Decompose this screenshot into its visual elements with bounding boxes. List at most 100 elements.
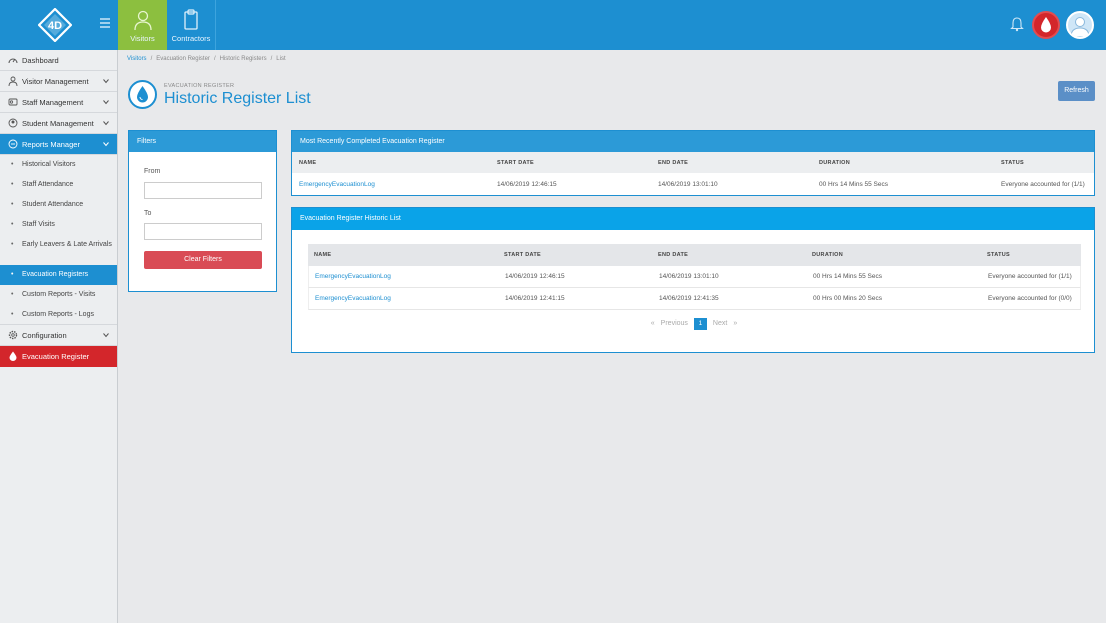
sidebar-subitem-evacuation-registers[interactable]: Evacuation Registers xyxy=(0,265,117,285)
sidebar-item-dashboard[interactable]: Dashboard xyxy=(0,50,117,71)
reports-icon xyxy=(8,139,18,149)
sidebar-item-student-management[interactable]: Student Management xyxy=(0,113,117,134)
bell-icon[interactable] xyxy=(1009,16,1025,32)
tab-visitors-label: Visitors xyxy=(130,34,155,43)
register-name-link[interactable]: EmergencyEvacuationLog xyxy=(315,288,391,309)
page-title: Historic Register List xyxy=(164,90,311,107)
table-row: EmergencyEvacuationLog 14/06/2019 12:46:… xyxy=(292,173,1094,195)
user-avatar[interactable] xyxy=(1066,11,1094,39)
refresh-button[interactable]: Refresh xyxy=(1058,81,1095,101)
sidebar-subitem-custom-reports-visits[interactable]: Custom Reports - Visits xyxy=(0,285,117,305)
end-date-cell: 14/06/2019 12:41:35 xyxy=(659,295,719,302)
sidebar-item-label: Reports Manager xyxy=(22,140,80,149)
sidebar-subitem-student-attendance[interactable]: Student Attendance xyxy=(0,195,117,215)
chevron-down-icon xyxy=(103,121,109,126)
start-date-cell: 14/06/2019 12:46:15 xyxy=(505,273,565,280)
pagination-prev-arrow[interactable]: « xyxy=(651,320,655,327)
tab-contractors-label: Contractors xyxy=(171,34,211,43)
recent-register-panel: Most Recently Completed Evacuation Regis… xyxy=(291,130,1095,196)
4d-logo[interactable]: 4D xyxy=(38,8,72,42)
pagination-next-arrow[interactable]: » xyxy=(733,320,737,327)
column-header-name: NAME xyxy=(314,252,332,258)
table-row: EmergencyEvacuationLog 14/06/2019 12:46:… xyxy=(308,266,1081,288)
sidebar-item-configuration[interactable]: Configuration xyxy=(0,325,117,346)
status-cell: Everyone accounted for (1/1) xyxy=(988,273,1072,280)
sidebar-item-reports-manager[interactable]: Reports Manager xyxy=(0,134,117,155)
breadcrumb: Visitors / Evacuation Register / Historic Re… xyxy=(127,56,286,62)
history-panel-title: Evacuation Register Historic List xyxy=(292,208,1094,230)
page-icon xyxy=(128,80,157,109)
top-bar: 4D Visitors Contractors xyxy=(0,0,1106,50)
table-header: NAME START DATE END DATE DURATION STATUS xyxy=(292,152,1094,173)
column-header-end-date: END DATE xyxy=(658,252,689,258)
to-label: To xyxy=(144,210,152,217)
sidebar-subitem-early-leavers[interactable]: Early Leavers & Late Arrivals xyxy=(0,235,117,265)
register-name-link[interactable]: EmergencyEvacuationLog xyxy=(299,173,375,195)
column-header-status: STATUS xyxy=(1001,159,1024,166)
tab-contractors[interactable]: Contractors xyxy=(167,0,216,50)
column-header-duration: DURATION xyxy=(812,252,844,258)
sidebar-item-label: Dashboard xyxy=(22,56,59,65)
person-icon xyxy=(8,76,18,86)
pagination: « Previous 1 Next » xyxy=(292,318,1096,330)
person-icon xyxy=(133,10,152,31)
clipboard-icon xyxy=(184,9,198,30)
column-header-start-date: START DATE xyxy=(504,252,542,258)
user-icon xyxy=(1070,17,1090,37)
table-row: EmergencyEvacuationLog 14/06/2019 12:41:… xyxy=(308,288,1081,310)
chevron-down-icon xyxy=(103,333,109,338)
column-header-name: NAME xyxy=(299,159,317,166)
menu-toggle-icon[interactable] xyxy=(100,18,110,30)
chevron-down-icon xyxy=(103,142,109,147)
water-drop-icon xyxy=(9,351,17,361)
water-drop-icon xyxy=(137,86,148,103)
water-drop-icon xyxy=(1041,17,1051,33)
sidebar-item-label: Configuration xyxy=(22,331,67,340)
sidebar-item-staff-management[interactable]: Staff Management xyxy=(0,92,117,113)
filters-title: Filters xyxy=(129,131,276,152)
from-date-input[interactable] xyxy=(144,182,262,199)
sidebar-item-label: Evacuation Register xyxy=(22,352,90,361)
chevron-down-icon xyxy=(103,79,109,84)
sidebar-item-label: Staff Management xyxy=(22,98,84,107)
breadcrumb-list: List xyxy=(276,56,286,62)
historic-list-panel: Evacuation Register Historic List NAME S… xyxy=(291,207,1095,353)
sidebar-item-evacuation-register[interactable]: Evacuation Register xyxy=(0,346,117,367)
sidebar-subitem-custom-reports-logs[interactable]: Custom Reports - Logs xyxy=(0,305,117,325)
column-header-end-date: END DATE xyxy=(658,159,689,166)
pagination-page-current[interactable]: 1 xyxy=(693,318,707,330)
dashboard-icon xyxy=(8,58,18,64)
sidebar-item-label: Student Management xyxy=(22,119,94,128)
start-date-cell: 14/06/2019 12:41:15 xyxy=(505,295,565,302)
staff-icon xyxy=(8,98,18,106)
end-date-cell: 14/06/2019 13:01:10 xyxy=(659,273,719,280)
recent-panel-title: Most Recently Completed Evacuation Regis… xyxy=(292,131,1094,152)
register-name-link[interactable]: EmergencyEvacuationLog xyxy=(315,266,391,287)
breadcrumb-evacuation-register[interactable]: Evacuation Register xyxy=(156,56,210,62)
breadcrumb-visitors[interactable]: Visitors xyxy=(127,56,147,62)
column-header-status: STATUS xyxy=(987,252,1010,258)
column-header-duration: DURATION xyxy=(819,159,851,166)
to-date-input[interactable] xyxy=(144,223,262,240)
sidebar-subitem-historical-visitors[interactable]: Historical Visitors xyxy=(0,155,117,175)
student-icon xyxy=(8,118,18,128)
pagination-next[interactable]: Next xyxy=(713,320,727,327)
start-date-cell: 14/06/2019 12:46:15 xyxy=(497,180,557,188)
filters-panel: Filters From To Clear Filters xyxy=(128,130,277,292)
sidebar-item-label: Visitor Management xyxy=(22,77,89,86)
evacuation-alert-button[interactable] xyxy=(1032,11,1060,39)
sidebar-subitem-staff-visits[interactable]: Staff Visits xyxy=(0,215,117,235)
status-cell: Everyone accounted for (0/0) xyxy=(988,295,1072,302)
clear-filters-button[interactable]: Clear Filters xyxy=(144,251,262,269)
duration-cell: 00 Hrs 00 Mins 20 Secs xyxy=(813,295,883,302)
sidebar-item-visitor-management[interactable]: Visitor Management xyxy=(0,71,117,92)
breadcrumb-historic-registers[interactable]: Historic Registers xyxy=(220,56,267,62)
gear-icon xyxy=(8,330,18,340)
pagination-previous[interactable]: Previous xyxy=(661,320,688,327)
end-date-cell: 14/06/2019 13:01:10 xyxy=(658,180,718,188)
duration-cell: 00 Hrs 14 Mins 55 Secs xyxy=(819,180,889,188)
status-cell: Everyone accounted for (1/1) xyxy=(1001,180,1085,188)
history-table: NAME START DATE END DATE DURATION STATUS… xyxy=(308,244,1081,310)
sidebar-subitem-staff-attendance[interactable]: Staff Attendance xyxy=(0,175,117,195)
tab-visitors[interactable]: Visitors xyxy=(118,0,167,50)
